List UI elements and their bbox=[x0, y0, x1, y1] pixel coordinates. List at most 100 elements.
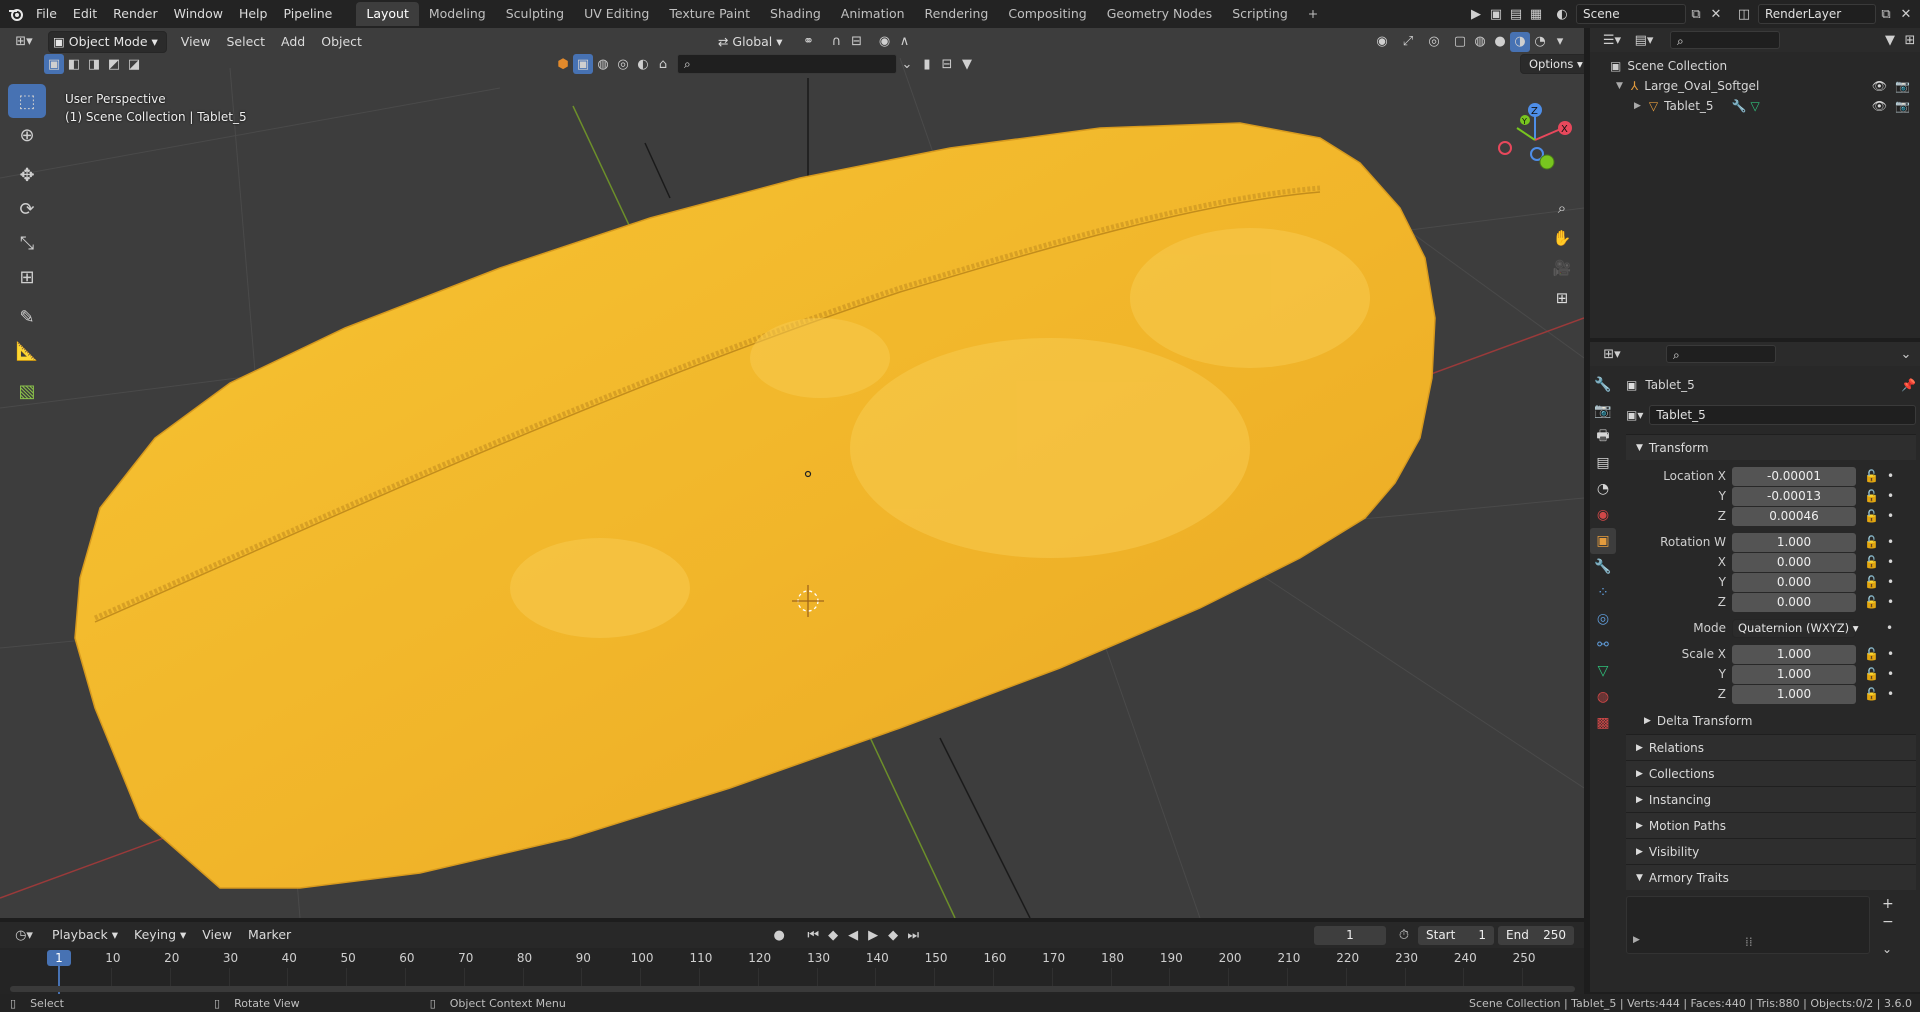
eye-icon[interactable]: 👁 bbox=[1872, 99, 1887, 113]
render-icon[interactable]: ▶ bbox=[1466, 4, 1486, 24]
keyframe-dot-icon[interactable]: • bbox=[1887, 535, 1894, 549]
render-layer-field[interactable]: RenderLayer bbox=[1758, 4, 1876, 24]
chevron-down-icon[interactable]: ⌄ bbox=[1896, 344, 1916, 364]
lock-icon[interactable]: 🔓 bbox=[1864, 535, 1879, 549]
location-z-field[interactable]: 0.00046 bbox=[1732, 506, 1856, 526]
proportional-edit-icon[interactable]: ◉ bbox=[875, 32, 895, 52]
tab-layout[interactable]: Layout bbox=[356, 2, 419, 26]
lock-icon[interactable]: 🔓 bbox=[1864, 575, 1879, 589]
remove-trait-button[interactable]: − bbox=[1882, 914, 1894, 930]
3d-viewport[interactable]: ⊞▾ ▣ Object Mode ▾ View Select Add Objec… bbox=[0, 28, 1584, 918]
tab-sculpting[interactable]: Sculpting bbox=[496, 2, 574, 26]
modifier-wrench-icon[interactable]: 🔧 bbox=[1732, 99, 1747, 113]
physics-tab-icon[interactable]: ◎ bbox=[1590, 606, 1616, 632]
location-x-field[interactable]: -0.00001 bbox=[1732, 466, 1856, 486]
orientation-dropdown[interactable]: ⇄ Global ▾ bbox=[710, 31, 791, 53]
tab-compositing[interactable]: Compositing bbox=[998, 2, 1096, 26]
prev-keyframe-icon[interactable]: ◆ bbox=[823, 925, 843, 945]
blender-logo-icon[interactable] bbox=[6, 4, 26, 24]
timeline-ruler[interactable]: 10 20 30 40 50 60 70 80 90 100 110 120 130 140 150 160 1… bbox=[0, 948, 1584, 994]
lock-icon[interactable]: 🔓 bbox=[1864, 469, 1879, 483]
move-tool[interactable]: ✥ bbox=[8, 158, 46, 192]
tab-uv-editing[interactable]: UV Editing bbox=[574, 2, 659, 26]
material-filter-icon[interactable]: ◍ bbox=[593, 54, 613, 74]
pivot-icon[interactable]: ⚭ bbox=[799, 32, 819, 52]
menu-keying[interactable]: Keying ▾ bbox=[126, 924, 194, 946]
outliner-item-armature[interactable]: ▼ ⅄ Large_Oval_Softgel 👁 📷 bbox=[1590, 76, 1920, 96]
filter-icon[interactable]: ▼ bbox=[957, 54, 977, 74]
play-reverse-icon[interactable]: ◀ bbox=[843, 925, 863, 945]
rotation-x-field[interactable]: 0.000 bbox=[1732, 552, 1856, 572]
rotation-w-field[interactable]: 1.000 bbox=[1732, 532, 1856, 552]
armory-traits-panel-header[interactable]: ▼ Armory Traits bbox=[1626, 864, 1916, 890]
light-filter-icon[interactable]: ⌂ bbox=[653, 54, 673, 74]
scale-tool[interactable]: ⤡ bbox=[8, 226, 46, 260]
cursor-tool[interactable]: ⊕ bbox=[8, 118, 46, 152]
modifier-tab-icon[interactable]: 🔧 bbox=[1590, 554, 1616, 580]
motion-paths-panel-header[interactable]: ▶ Motion Paths bbox=[1626, 812, 1916, 838]
new-layer-icon[interactable]: ⧉ bbox=[1876, 4, 1896, 24]
particles-tab-icon[interactable]: ⁘ bbox=[1590, 580, 1616, 606]
lock-icon[interactable]: 🔓 bbox=[1864, 667, 1879, 681]
menu-file[interactable]: File bbox=[28, 0, 65, 28]
start-frame-field[interactable]: Start 1 bbox=[1418, 925, 1494, 945]
render-layer-icon[interactable]: ◫ bbox=[1734, 4, 1754, 24]
rotation-y-field[interactable]: 0.000 bbox=[1732, 572, 1856, 592]
new-scene-icon[interactable]: ⧉ bbox=[1686, 4, 1706, 24]
timeline-scrollbar[interactable] bbox=[10, 986, 1575, 992]
add-workspace-button[interactable]: + bbox=[1298, 2, 1328, 26]
menu-view[interactable]: View bbox=[173, 31, 219, 53]
keyframe-dot-icon[interactable]: • bbox=[1887, 667, 1894, 681]
visibility-panel-header[interactable]: ▶ Visibility bbox=[1626, 838, 1916, 864]
render-camera-icon[interactable]: 📷 bbox=[1895, 79, 1910, 93]
expand-right-icon[interactable]: ▶ bbox=[1633, 935, 1640, 945]
keyframe-dot-icon[interactable]: • bbox=[1887, 509, 1894, 523]
eye-icon[interactable]: 👁 bbox=[1872, 79, 1887, 93]
snap-target-icon[interactable]: ⊟ bbox=[847, 32, 867, 52]
display-mode-icon[interactable]: ⊟ bbox=[937, 54, 957, 74]
keyframe-dot-icon[interactable]: • bbox=[1887, 469, 1894, 483]
select-extend-icon[interactable]: ◧ bbox=[64, 54, 84, 74]
grid-projection-icon[interactable]: ⊞ bbox=[1548, 284, 1576, 312]
lock-icon[interactable]: 🔓 bbox=[1864, 647, 1879, 661]
material-shading-icon[interactable]: ◑ bbox=[1510, 31, 1530, 52]
tool-tab-icon[interactable]: 🔧 bbox=[1590, 372, 1616, 398]
bookmark-icon[interactable]: ▮ bbox=[917, 54, 937, 74]
measure-tool[interactable]: 📐 bbox=[8, 334, 46, 368]
select-subtract-icon[interactable]: ◨ bbox=[84, 54, 104, 74]
shading-options-icon[interactable]: ▾ bbox=[1550, 32, 1570, 52]
scale-z-field[interactable]: 1.000 bbox=[1732, 684, 1856, 704]
editor-type-icon[interactable]: ⊞▾ bbox=[10, 32, 38, 52]
menu-timeline-view[interactable]: View bbox=[194, 924, 240, 946]
outliner-search-input[interactable]: ⌕ bbox=[1670, 31, 1780, 49]
rotation-z-field[interactable]: 0.000 bbox=[1732, 592, 1856, 612]
play-icon[interactable]: ▶ bbox=[863, 925, 883, 945]
world-tab-icon[interactable]: ◉ bbox=[1590, 502, 1616, 528]
expand-right-icon[interactable]: ▶ bbox=[1634, 101, 1641, 111]
tab-scripting[interactable]: Scripting bbox=[1222, 2, 1298, 26]
material-tab-icon[interactable]: ◍ bbox=[1590, 684, 1616, 710]
lock-icon[interactable]: 🔓 bbox=[1864, 555, 1879, 569]
tab-texture-paint[interactable]: Texture Paint bbox=[659, 2, 760, 26]
viewport-render-icon[interactable]: ▤ bbox=[1506, 4, 1526, 24]
select-intersect-icon[interactable]: ◪ bbox=[124, 54, 144, 74]
menu-help[interactable]: Help bbox=[231, 0, 276, 28]
zoom-icon[interactable]: ⌕ bbox=[1548, 194, 1576, 222]
next-keyframe-icon[interactable]: ◆ bbox=[883, 925, 903, 945]
overlay-icon[interactable]: ◎ bbox=[1424, 32, 1444, 52]
scale-x-field[interactable]: 1.000 bbox=[1732, 644, 1856, 664]
delete-layer-icon[interactable]: ✕ bbox=[1896, 4, 1916, 24]
outliner-item-tablet[interactable]: ▶ ▽ Tablet_5 🔧 ▽ 👁 📷 bbox=[1590, 96, 1920, 116]
render-camera-icon[interactable]: 📷 bbox=[1895, 99, 1910, 113]
menu-select[interactable]: Select bbox=[218, 31, 273, 53]
select-new-icon[interactable]: ▣ bbox=[44, 54, 64, 74]
wireframe-shading-icon[interactable]: ◍ bbox=[1470, 32, 1490, 52]
options-dropdown[interactable]: Options ▾ bbox=[1520, 54, 1584, 74]
stopwatch-icon[interactable]: ⏱ bbox=[1394, 925, 1414, 945]
menu-edit[interactable]: Edit bbox=[65, 0, 105, 28]
object-mode-dropdown[interactable]: ▣ Object Mode ▾ bbox=[48, 30, 167, 53]
clapper-icon[interactable]: ▦ bbox=[1526, 4, 1546, 24]
record-icon[interactable]: ● bbox=[769, 925, 789, 945]
delete-scene-icon[interactable]: ✕ bbox=[1706, 4, 1726, 24]
tab-shading[interactable]: Shading bbox=[760, 2, 831, 26]
